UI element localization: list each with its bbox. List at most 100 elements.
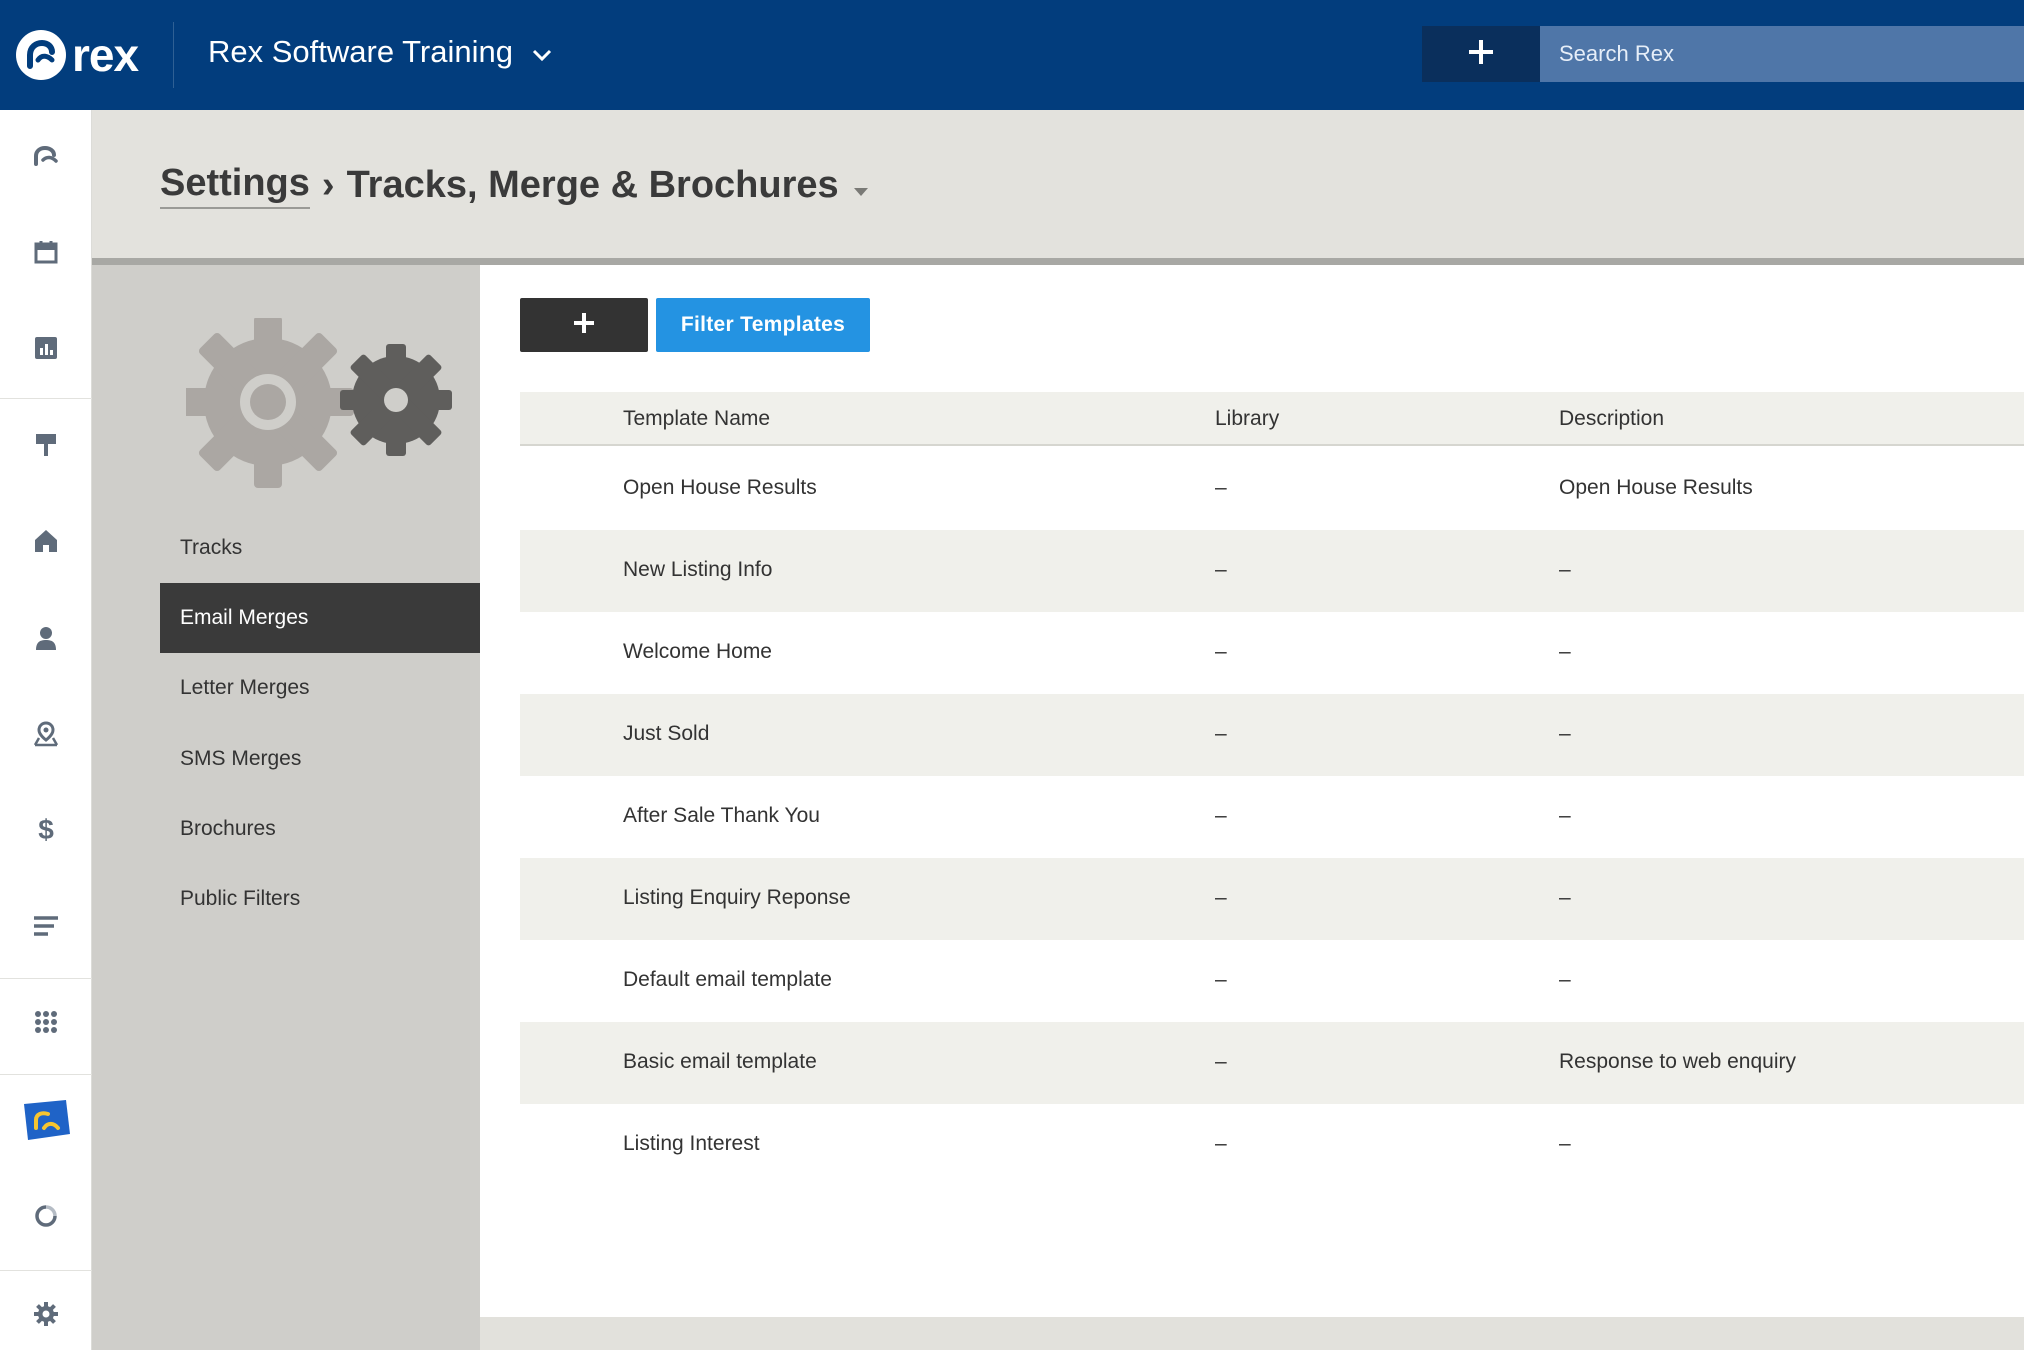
dollar-icon: $ [36,814,56,850]
table-row[interactable]: Default email template – – [520,940,2024,1022]
rex-logo[interactable]: rex [16,29,139,81]
subnav-brochures[interactable]: Brochures [160,794,480,864]
description-cell: – [1559,886,1571,909]
icon-rail: $ [0,110,92,1350]
gear-icon [33,1301,59,1332]
library-cell: – [1215,1132,1227,1155]
breadcrumb-settings-link[interactable]: Settings [160,162,310,209]
feed-lines-icon [33,915,59,942]
template-name-cell: Default email template [623,968,832,991]
template-name-cell: Basic email template [623,1050,817,1073]
library-cell: – [1215,1050,1227,1073]
logo-text: rex [72,29,139,81]
rex-rewards-icon [18,1098,74,1147]
rail-map[interactable] [0,706,92,766]
description-cell: – [1559,968,1571,991]
library-cell: – [1215,558,1227,581]
rail-contacts[interactable] [0,610,92,670]
table-row[interactable]: Listing Enquiry Reponse – – [520,858,2024,940]
rail-settings[interactable] [0,1286,92,1346]
table-row[interactable]: Listing Interest – – [520,1104,2024,1186]
listings-sign-icon [34,432,58,463]
filter-templates-button[interactable]: Filter Templates [656,298,870,352]
top-divider [173,22,174,88]
library-cell: – [1215,722,1227,745]
column-header-description[interactable]: Description [1559,407,1664,431]
template-name-cell: Welcome Home [623,640,772,663]
description-cell: – [1559,722,1571,745]
subnav-public-filters[interactable]: Public Filters [160,864,480,934]
quick-add-button[interactable] [1422,26,1540,82]
rail-reports[interactable] [0,320,92,380]
template-name-cell: Listing Enquiry Reponse [623,886,851,909]
rail-refresh[interactable] [0,1188,92,1248]
calendar-icon [34,240,58,269]
refresh-icon [33,1203,59,1234]
template-name-cell: After Sale Thank You [623,804,820,827]
table-row[interactable]: Basic email template – Response to web e… [520,1022,2024,1104]
properties-icon [33,528,59,559]
top-bar: rex Rex Software Training [0,0,2024,110]
map-pin-icon [33,720,59,752]
breadcrumb-separator: › [321,164,335,206]
column-header-library[interactable]: Library [1215,407,1279,431]
description-cell: Response to web enquiry [1559,1050,1796,1073]
template-name-cell: Open House Results [623,476,817,499]
rail-listings[interactable] [0,417,92,477]
library-cell: – [1215,968,1227,991]
page-title[interactable]: Tracks, Merge & Brochures [347,164,839,207]
subnav-tracks[interactable]: Tracks [160,513,480,583]
description-cell: – [1559,1132,1571,1155]
add-template-button[interactable] [520,298,648,352]
rail-feed[interactable] [0,898,92,958]
library-cell: – [1215,804,1227,827]
template-name-cell: Just Sold [623,722,710,745]
apps-grid-icon [34,1010,58,1039]
table-row[interactable]: After Sale Thank You – – [520,776,2024,858]
caret-down-icon[interactable] [853,164,869,207]
library-cell: – [1215,886,1227,909]
table-row[interactable]: Welcome Home – – [520,612,2024,694]
rail-home[interactable] [0,128,92,188]
svg-text:$: $ [38,815,54,845]
subnav-email-merges[interactable]: Email Merges [160,583,480,653]
description-cell: – [1559,640,1571,663]
rail-financials[interactable]: $ [0,802,92,862]
content-top-border [92,258,2024,265]
table-header: Template Name Library Description [520,392,2024,446]
table-row[interactable]: Just Sold – – [520,694,2024,776]
account-switcher[interactable]: Rex Software Training [208,30,553,74]
search-box[interactable] [1540,26,2024,82]
plus-icon [572,311,596,340]
library-cell: – [1215,640,1227,663]
rail-apps[interactable] [0,994,92,1054]
rail-calendar[interactable] [0,224,92,284]
search-input[interactable] [1540,26,2024,82]
rail-properties[interactable] [0,513,92,573]
rex-logo-mark-icon [16,30,66,80]
description-cell: Open House Results [1559,476,1753,499]
table-row[interactable]: New Listing Info – – [520,530,2024,612]
rail-divider [0,398,92,399]
rail-divider [0,978,92,979]
rail-divider [0,1074,92,1075]
subnav-letter-merges[interactable]: Letter Merges [160,653,480,723]
reports-icon [34,336,58,365]
column-header-template-name[interactable]: Template Name [623,407,770,431]
description-cell: – [1559,804,1571,827]
breadcrumb: Settings › Tracks, Merge & Brochures [160,162,869,209]
template-name-cell: New Listing Info [623,558,773,581]
rail-rewards[interactable] [0,1092,92,1152]
library-cell: – [1215,476,1227,499]
subnav-sms-merges[interactable]: SMS Merges [160,724,480,794]
plus-icon [1466,37,1496,72]
account-name: Rex Software Training [208,34,513,69]
description-cell: – [1559,558,1571,581]
gears-illustration-icon [182,316,458,495]
template-name-cell: Listing Interest [623,1132,760,1155]
rex-home-icon [33,145,59,172]
chevron-down-icon [531,34,553,70]
contacts-icon [34,625,58,656]
rail-divider [0,1270,92,1271]
table-row[interactable]: Open House Results – Open House Results [520,448,2024,530]
